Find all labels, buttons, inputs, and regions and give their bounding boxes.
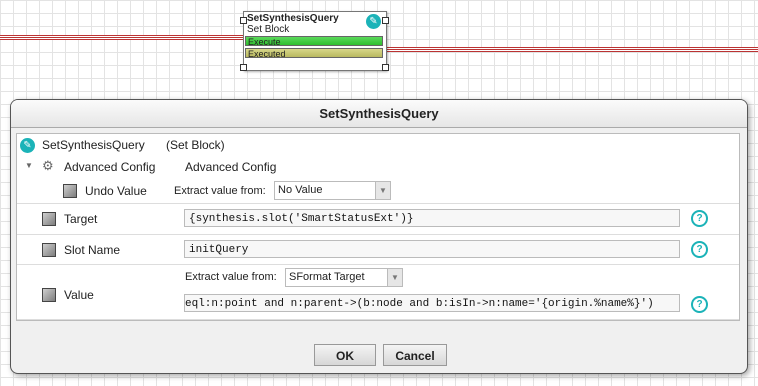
slot-name-label: Slot Name [64, 243, 121, 257]
target-field[interactable]: {synthesis.slot('SmartStatusExt')} [184, 209, 680, 227]
value-extract-select[interactable]: SFormat Target ▼ [285, 268, 403, 287]
dialog-title: SetSynthesisQuery [11, 100, 747, 128]
pencil-icon[interactable]: ✎ [366, 14, 381, 29]
node-title: SetSynthesisQuery [247, 13, 339, 24]
value-field[interactable]: eql:n:point and n:parent->(b:node and b:… [184, 294, 680, 312]
undo-value-label: Undo Value [85, 184, 147, 198]
undo-value-row: Undo Value Extract value from: No Value … [17, 178, 739, 204]
resize-handle-bottom-left[interactable] [240, 64, 247, 71]
ok-button[interactable]: OK [314, 344, 376, 366]
value-label: Value [64, 288, 94, 302]
wire-left [0, 35, 243, 41]
resize-handle-top-right[interactable] [382, 17, 389, 24]
expand-triangle-icon[interactable]: ▼ [25, 161, 33, 170]
help-icon[interactable]: ? [691, 241, 708, 258]
gear-icon: ⚙ [42, 158, 54, 173]
cube-icon [42, 288, 56, 302]
advanced-config-row[interactable]: ▼ ⚙ Advanced Config Advanced Config [17, 156, 739, 178]
advanced-config-label: Advanced Config [64, 160, 156, 174]
chevron-down-icon[interactable]: ▼ [387, 269, 402, 286]
cube-icon [63, 184, 77, 198]
resize-handle-bottom-right[interactable] [382, 64, 389, 71]
value-row: Value Extract value from: SFormat Target… [17, 264, 739, 320]
value-extract-value: SFormat Target [289, 271, 365, 283]
resize-handle-top-left[interactable] [240, 17, 247, 24]
properties-panel: ✎ SetSynthesisQuery (Set Block) ▼ ⚙ Adva… [16, 133, 740, 321]
cube-icon [42, 243, 56, 257]
set-block-node[interactable]: SetSynthesisQuery Set Block ✎ Execute Ex… [243, 11, 387, 71]
slot-name-field[interactable]: initQuery [184, 240, 680, 258]
advanced-config-value: Advanced Config [185, 160, 277, 174]
help-icon[interactable]: ? [691, 210, 708, 227]
pencil-icon: ✎ [20, 138, 35, 153]
block-type: (Set Block) [166, 138, 225, 152]
slot-name-row: Slot Name initQuery ? [17, 234, 739, 265]
slot-execute[interactable]: Execute [245, 36, 383, 47]
block-name: SetSynthesisQuery [42, 138, 145, 152]
cube-icon [42, 212, 56, 226]
target-row: Target {synthesis.slot('SmartStatusExt')… [17, 203, 739, 235]
slot-executed[interactable]: Executed [245, 48, 383, 59]
help-icon[interactable]: ? [691, 296, 708, 313]
value-extract-label: Extract value from: [185, 271, 277, 283]
undo-extract-label: Extract value from: [174, 185, 266, 197]
undo-extract-select[interactable]: No Value ▼ [274, 181, 391, 200]
undo-extract-value: No Value [278, 184, 323, 196]
node-subtitle: Set Block [247, 24, 290, 35]
header-row: ✎ SetSynthesisQuery (Set Block) [17, 134, 739, 156]
chevron-down-icon[interactable]: ▼ [375, 182, 390, 199]
cancel-button[interactable]: Cancel [383, 344, 447, 366]
wire-right [386, 47, 758, 53]
target-label: Target [64, 212, 98, 226]
properties-dialog: SetSynthesisQuery ✎ SetSynthesisQuery (S… [10, 99, 748, 374]
